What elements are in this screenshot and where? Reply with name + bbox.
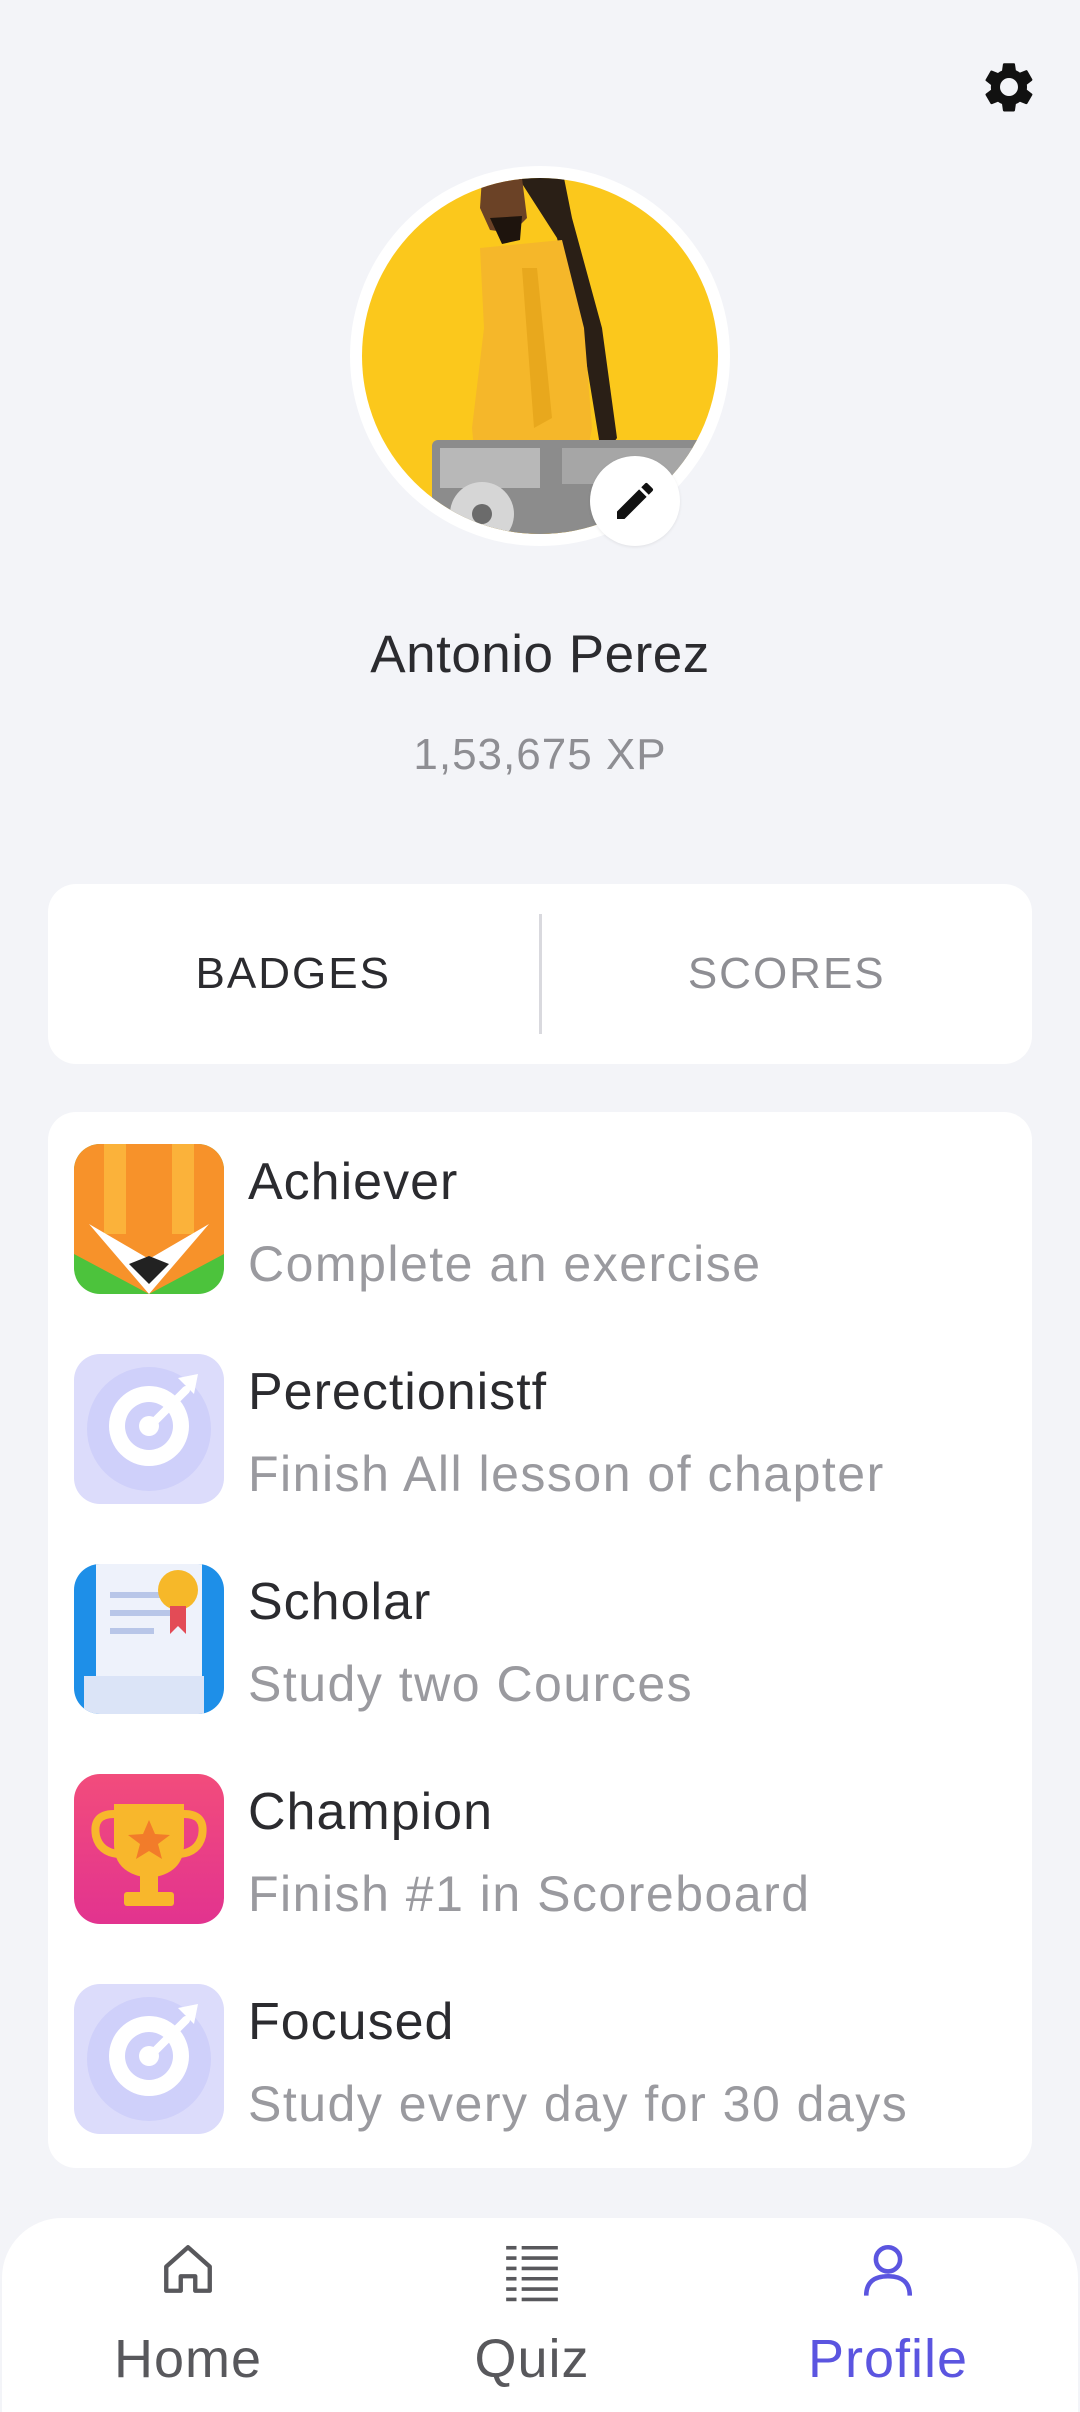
badge-title: Achiever [248,1153,459,1211]
list-item[interactable]: Champion Finish #1 in Scoreboard [74,1774,1014,1924]
nav-profile[interactable]: Profile [738,2218,1038,2412]
user-xp: 1,53,675 XP [413,730,667,779]
gear-icon [985,63,1033,112]
badge-description: Finish All lesson of chapter [248,1446,885,1502]
badges-list: Achiever Complete an exercise Perectioni… [48,1112,1032,2168]
nav-label: Home [113,2329,263,2389]
nav-quiz[interactable]: Quiz [382,2218,682,2412]
badge-title: Perectionistf [248,1363,548,1421]
badge-title: Champion [248,1783,494,1841]
nav-home[interactable]: Home [38,2218,338,2412]
tab-scores[interactable]: SCORES [542,884,1033,1064]
certificate-badge-icon [74,1564,224,1714]
target-badge-icon [74,1354,224,1504]
badge-title: Focused [248,1993,455,2051]
bottom-navigation: Home Quiz Profile [2,2218,1078,2412]
trophy-badge-icon [74,1774,224,1924]
list-item[interactable]: Scholar Study two Cources [74,1564,1014,1714]
user-icon [863,2244,913,2296]
list-item[interactable]: Perectionistf Finish All lesson of chapt… [74,1354,1014,1504]
badge-description: Finish #1 in Scoreboard [248,1866,811,1922]
edit-avatar-button[interactable] [590,456,680,546]
list-icon [506,2245,558,2302]
target-badge-icon [74,1984,224,2134]
settings-button[interactable] [974,52,1044,122]
list-item[interactable]: Achiever Complete an exercise [74,1144,1014,1294]
nav-label: Quiz [474,2329,590,2389]
list-item[interactable]: Focused Study every day for 30 days [74,1984,1014,2134]
badge-description: Study every day for 30 days [248,2076,909,2132]
pencil-badge-icon [74,1144,224,1294]
badge-description: Study two Cources [248,1656,694,1712]
nav-label: Profile [807,2329,969,2389]
home-icon [164,2245,212,2293]
pencil-icon [617,482,654,519]
badge-description: Complete an exercise [248,1236,762,1292]
profile-tabs: BADGES SCORES [48,884,1032,1064]
user-name: Antonio Perez [370,625,710,684]
tab-badges[interactable]: BADGES [48,884,539,1064]
badge-title: Scholar [248,1573,432,1631]
